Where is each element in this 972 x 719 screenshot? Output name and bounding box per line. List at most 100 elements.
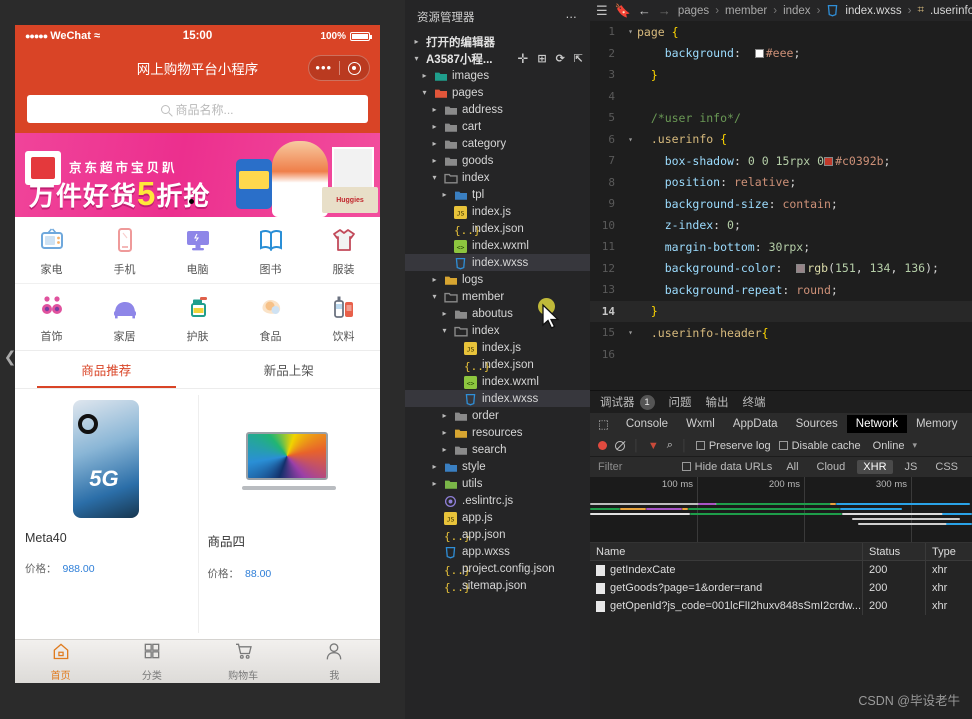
wechat-capsule-button[interactable]: ••• [308,55,370,81]
forward-arrow-icon[interactable]: → [658,3,671,18]
file-tree-item-index[interactable]: ▾ index [405,322,590,339]
file-tree-item-search[interactable]: ▸ search [405,441,590,458]
file-tree-item-address[interactable]: ▸ address [405,101,590,118]
file-tree-item-pages[interactable]: ▾ pages [405,84,590,101]
category-item-护肤[interactable]: 护肤 [161,293,234,344]
code-line-9[interactable]: 9 background-size: contain; [590,193,972,215]
file-tree-item-index.js[interactable]: JS index.js [405,203,590,220]
chevron-right-icon[interactable]: ▸ [429,479,440,488]
breadcrumb-segment-member[interactable]: member [725,5,767,17]
code-line-2[interactable]: 2 background: #eee; [590,43,972,65]
devtools-panel-tab-调试器[interactable]: 调试器 1 [600,394,655,410]
bookmark-icon[interactable]: 🔖 [615,3,631,19]
promo-banner[interactable]: 京东超市宝贝趴 万件好货5折抢 [15,133,380,217]
tabbar-item-我[interactable]: 我 [289,640,380,683]
file-tree-item-index.wxml[interactable]: <> index.wxml [405,373,590,390]
chevron-down-icon[interactable]: ▾ [419,88,430,97]
column-header-name[interactable]: Name [590,546,862,558]
code-line-7[interactable]: 7 box-shadow: 0 0 15rpx 0 #c0392b; [590,150,972,172]
chevron-right-icon[interactable]: ▸ [439,309,450,318]
file-tree-item-app.json[interactable]: {..} app.json [405,526,590,543]
chevron-right-icon[interactable]: ▸ [429,462,440,471]
code-line-14[interactable]: 14 } [590,300,972,322]
fold-chevron-icon[interactable]: ▾ [624,135,637,144]
file-tree-item-sitemap.json[interactable]: {..} sitemap.json [405,577,590,594]
chevron-right-icon[interactable]: ▸ [429,139,440,148]
filter-type-JS[interactable]: JS [899,460,924,474]
chevron-down-icon[interactable]: ▾ [912,440,917,451]
code-line-8[interactable]: 8 position: relative; [590,172,972,194]
file-tree-item-.eslintrc.js[interactable]: .eslintrc.js [405,492,590,509]
code-editor[interactable]: 1 ▾ page {2 background: #eee; 3 } 4 5 /*user … [590,21,972,390]
record-icon[interactable] [598,441,607,450]
table-row[interactable]: getGoods?page=1&order=rand 200 xhr [590,579,972,597]
preserve-log-checkbox[interactable]: Preserve log [695,440,771,452]
code-line-5[interactable]: 5 /*user info*/ [590,107,972,129]
collapse-all-icon[interactable]: ⇱ [574,52,583,65]
file-tree-item-logs[interactable]: ▸ logs [405,271,590,288]
devtools-tab-AppData[interactable]: AppData [724,415,787,433]
devtools-panel-tab-问题[interactable]: 问题 [669,394,692,410]
chevron-right-icon[interactable]: ▸ [429,156,440,165]
search-icon[interactable]: ⌕ [667,439,673,452]
chevron-down-icon[interactable]: ▾ [429,173,440,182]
file-tree-item-utils[interactable]: ▸ utils [405,475,590,492]
code-line-16[interactable]: 16 [590,344,972,366]
explorer-more-icon[interactable]: ⋯ [566,10,579,24]
chevron-down-icon[interactable]: ▾ [429,292,440,301]
file-tree-item-style[interactable]: ▸ style [405,458,590,475]
file-tree-item-cart[interactable]: ▸ cart [405,118,590,135]
product-card[interactable]: Meta40 价格： 988.00 [15,389,198,639]
product-tab-新品上架[interactable]: 新品上架 [198,351,381,388]
file-tree-item-app.js[interactable]: JS app.js [405,509,590,526]
chevron-right-icon[interactable]: ▸ [429,122,440,131]
tabbar-item-购物车[interactable]: 购物车 [198,640,289,683]
file-tree-item-app.wxss[interactable]: app.wxss [405,543,590,560]
filter-type-Cloud[interactable]: Cloud [811,460,852,474]
file-tree-item-index.json[interactable]: {..} index.json [405,356,590,373]
chevron-right-icon[interactable]: ▸ [429,105,440,114]
fold-chevron-icon[interactable]: ▾ [624,27,637,36]
devtools-tab-Sources[interactable]: Sources [787,415,847,433]
category-item-服装[interactable]: 服装 [307,226,380,277]
disable-cache-checkbox[interactable]: Disable cache [778,440,861,452]
devtools-tab-Wxml[interactable]: Wxml [677,415,724,433]
code-line-4[interactable]: 4 [590,86,972,108]
code-line-10[interactable]: 10 z-index: 0; [590,215,972,237]
breadcrumb-segment-index.wxss[interactable]: index.wxss [845,5,901,17]
project-root-row[interactable]: ▾ A3587小程... ✛ ⊞ ⟳ ⇱ [405,50,590,67]
code-line-6[interactable]: 6 ▾ .userinfo { [590,129,972,151]
category-item-食品[interactable]: 食品 [234,293,307,344]
file-tree-item-index.wxss[interactable]: index.wxss [405,254,590,271]
category-item-饮料[interactable]: 饮料 [307,293,380,344]
breadcrumb-segment-index[interactable]: index [783,5,811,17]
filter-icon[interactable]: ▼ [648,440,659,452]
new-folder-icon[interactable]: ⊞ [537,52,546,65]
filter-input[interactable]: Filter [598,461,674,473]
table-row[interactable]: getIndexCate 200 xhr [590,561,972,579]
category-item-电脑[interactable]: 电脑 [161,226,234,277]
file-tree-item-resources[interactable]: ▸ resources [405,424,590,441]
breadcrumb-segment-pages[interactable]: pages [678,5,709,17]
file-tree-item-index.js[interactable]: JS index.js [405,339,590,356]
back-arrow-icon[interactable]: ← [638,3,651,18]
category-item-首饰[interactable]: 首饰 [15,293,88,344]
chevron-right-icon[interactable]: ▸ [439,428,450,437]
file-tree-item-aboutus[interactable]: ▸ aboutus [405,305,590,322]
category-item-手机[interactable]: 手机 [88,226,161,277]
table-row[interactable]: getOpenId?js_code=001lcFlI2huxv848sSmI2c… [590,597,972,615]
file-tree-item-images[interactable]: ▸ images [405,67,590,84]
hide-data-urls-checkbox[interactable]: Hide data URLs [681,461,772,473]
file-tree-item-category[interactable]: ▸ category [405,135,590,152]
filter-type-XHR[interactable]: XHR [857,460,893,474]
chevron-right-icon[interactable]: ▸ [439,411,450,420]
file-tree-item-index.wxss[interactable]: index.wxss [405,390,590,407]
refresh-icon[interactable]: ⟳ [556,52,565,65]
chevron-down-icon[interactable]: ▾ [439,326,450,335]
new-file-icon[interactable]: ✛ [517,51,528,67]
devtools-tab-Memory[interactable]: Memory [907,415,967,433]
file-tree-item-order[interactable]: ▸ order [405,407,590,424]
file-tree-item-member[interactable]: ▾ member [405,288,590,305]
devtools-panel-tab-终端[interactable]: 终端 [743,394,766,410]
devtools-tab-Network[interactable]: Network [846,415,907,433]
